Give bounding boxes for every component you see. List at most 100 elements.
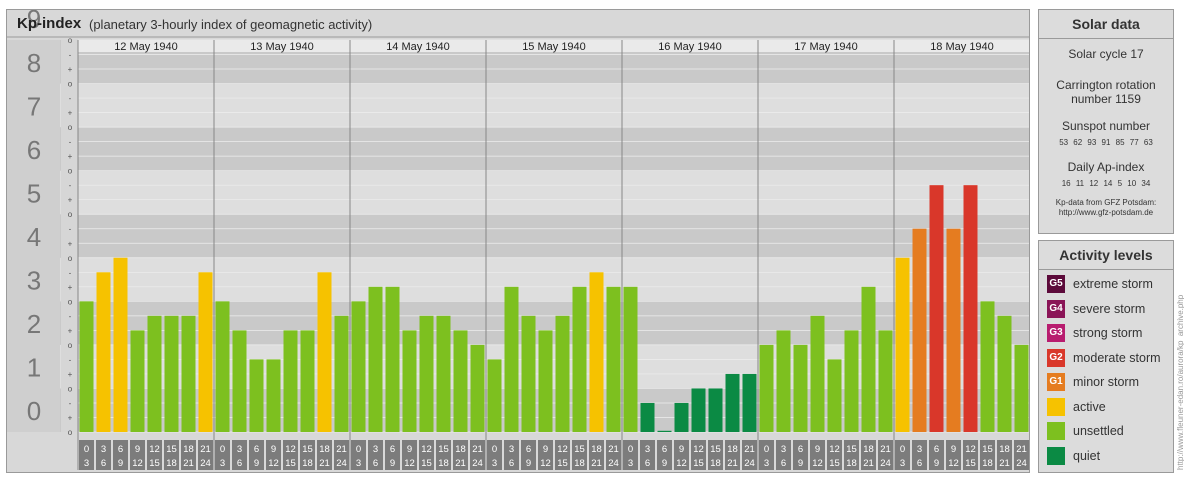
kp-bar	[232, 330, 247, 432]
hour-start-label: 18	[183, 444, 194, 455]
y-tick-label: 4	[27, 222, 41, 252]
y-minor-tick: o	[68, 254, 73, 263]
hour-start-label: 6	[662, 444, 667, 455]
y-tick-label: 5	[27, 178, 41, 208]
hour-end-label: 21	[183, 458, 194, 469]
hour-start-label: 12	[421, 444, 432, 455]
legend-swatch	[1047, 397, 1065, 416]
hour-start-label: 3	[509, 444, 514, 455]
kp-bar	[402, 330, 417, 432]
hour-start-label: 18	[727, 444, 738, 455]
source-link[interactable]: http://www.gfz-potsdam.de	[1039, 208, 1173, 218]
hour-end-label: 12	[812, 458, 823, 469]
hour-end-label: 21	[455, 458, 466, 469]
ap-index-values: 16 11 12 14 5 10 34	[1061, 179, 1151, 188]
day-label: 16 May 1940	[658, 41, 722, 53]
hour-end-label: 18	[710, 458, 721, 469]
hour-end-label: 15	[149, 458, 160, 469]
legend-label: extreme storm	[1073, 277, 1153, 291]
hour-end-label: 15	[965, 458, 976, 469]
activity-levels-panel: Activity levels G5 extreme storm G4 severe …	[1038, 240, 1174, 473]
y-minor-tick: -	[69, 268, 72, 277]
hour-start-label: 18	[591, 444, 602, 455]
y-minor-tick: o	[68, 210, 73, 219]
hour-end-label: 9	[934, 458, 939, 469]
kp-bar	[640, 402, 655, 432]
kp-bar	[283, 330, 298, 432]
hour-end-label: 21	[591, 458, 602, 469]
hour-end-label: 21	[863, 458, 874, 469]
kp-bar	[963, 185, 978, 432]
day-label: 15 May 1940	[522, 41, 586, 53]
hour-end-label: 24	[744, 458, 755, 469]
hour-start-label: 12	[285, 444, 296, 455]
y-tick-label: 0	[27, 396, 41, 426]
legend-item: G1 minor storm	[1047, 373, 1139, 391]
hour-end-label: 18	[302, 458, 313, 469]
hour-end-label: 6	[373, 458, 378, 469]
kp-bar	[266, 359, 281, 432]
kp-bar	[555, 315, 570, 432]
hour-end-label: 15	[557, 458, 568, 469]
kp-bar	[487, 359, 502, 432]
kp-bar	[130, 330, 145, 432]
legend-swatch: G2	[1047, 348, 1065, 367]
hour-end-label: 12	[132, 458, 143, 469]
legend-label: moderate storm	[1073, 350, 1161, 365]
hour-end-label: 24	[336, 458, 347, 469]
hour-start-label: 18	[319, 444, 330, 455]
legend-label: unsettled	[1073, 424, 1124, 438]
hour-end-label: 18	[574, 458, 585, 469]
kp-bar	[317, 272, 332, 432]
kp-chart: 0123456789o+o+-o+-o+-o+-o+-o+-o+-o+-o-12…	[7, 10, 1029, 470]
legend-swatch	[1047, 422, 1065, 440]
y-minor-tick: o	[68, 167, 73, 176]
legend-label: quiet	[1073, 448, 1101, 463]
hour-end-label: 3	[220, 458, 225, 469]
chart-subtitle: (planetary 3-hourly index of geomagnetic…	[89, 17, 373, 32]
legend-item: active	[1047, 397, 1106, 416]
hour-start-label: 0	[628, 444, 633, 455]
kp-bar	[538, 330, 553, 432]
kp-bar	[980, 301, 995, 432]
hour-start-label: 6	[390, 444, 395, 455]
hour-start-label: 12	[693, 444, 704, 455]
hour-end-label: 21	[319, 458, 330, 469]
hour-end-label: 9	[254, 458, 259, 469]
y-minor-tick: o	[68, 428, 73, 437]
kp-bar	[810, 315, 825, 432]
sunspot-title: Sunspot number	[1061, 119, 1151, 133]
hour-end-label: 24	[1016, 458, 1027, 469]
kp-bar	[997, 315, 1012, 432]
hour-end-label: 12	[404, 458, 415, 469]
hour-start-label: 15	[574, 444, 585, 455]
hour-start-label: 18	[999, 444, 1010, 455]
kp-band	[7, 127, 1029, 171]
hour-start-label: 21	[880, 444, 891, 455]
hour-end-label: 3	[356, 458, 361, 469]
y-minor-tick: -	[69, 51, 72, 60]
legend-swatch: G1	[1047, 373, 1065, 391]
hour-start-label: 6	[254, 444, 259, 455]
kp-bar	[606, 286, 621, 432]
hour-start-label: 9	[679, 444, 684, 455]
y-minor-tick: o	[68, 341, 73, 350]
kp-bar	[300, 330, 315, 432]
day-label: 13 May 1940	[250, 41, 314, 53]
kp-bar	[385, 286, 400, 432]
legend-label: active	[1073, 399, 1106, 414]
kp-bar	[249, 359, 264, 432]
kp-bar	[1014, 344, 1029, 432]
hour-start-label: 0	[900, 444, 905, 455]
carrington-rotation-line1: Carrington rotation	[1056, 78, 1156, 92]
legend-item: G4 severe storm	[1047, 299, 1145, 318]
y-minor-tick: +	[68, 152, 73, 161]
hour-start-label: 12	[149, 444, 160, 455]
kp-bar	[657, 430, 672, 432]
kp-bar	[419, 315, 434, 432]
hour-start-label: 6	[118, 444, 123, 455]
y-tick-label: 8	[27, 48, 41, 78]
hour-start-label: 3	[373, 444, 378, 455]
kp-bar	[912, 228, 927, 432]
hour-start-label: 9	[815, 444, 820, 455]
